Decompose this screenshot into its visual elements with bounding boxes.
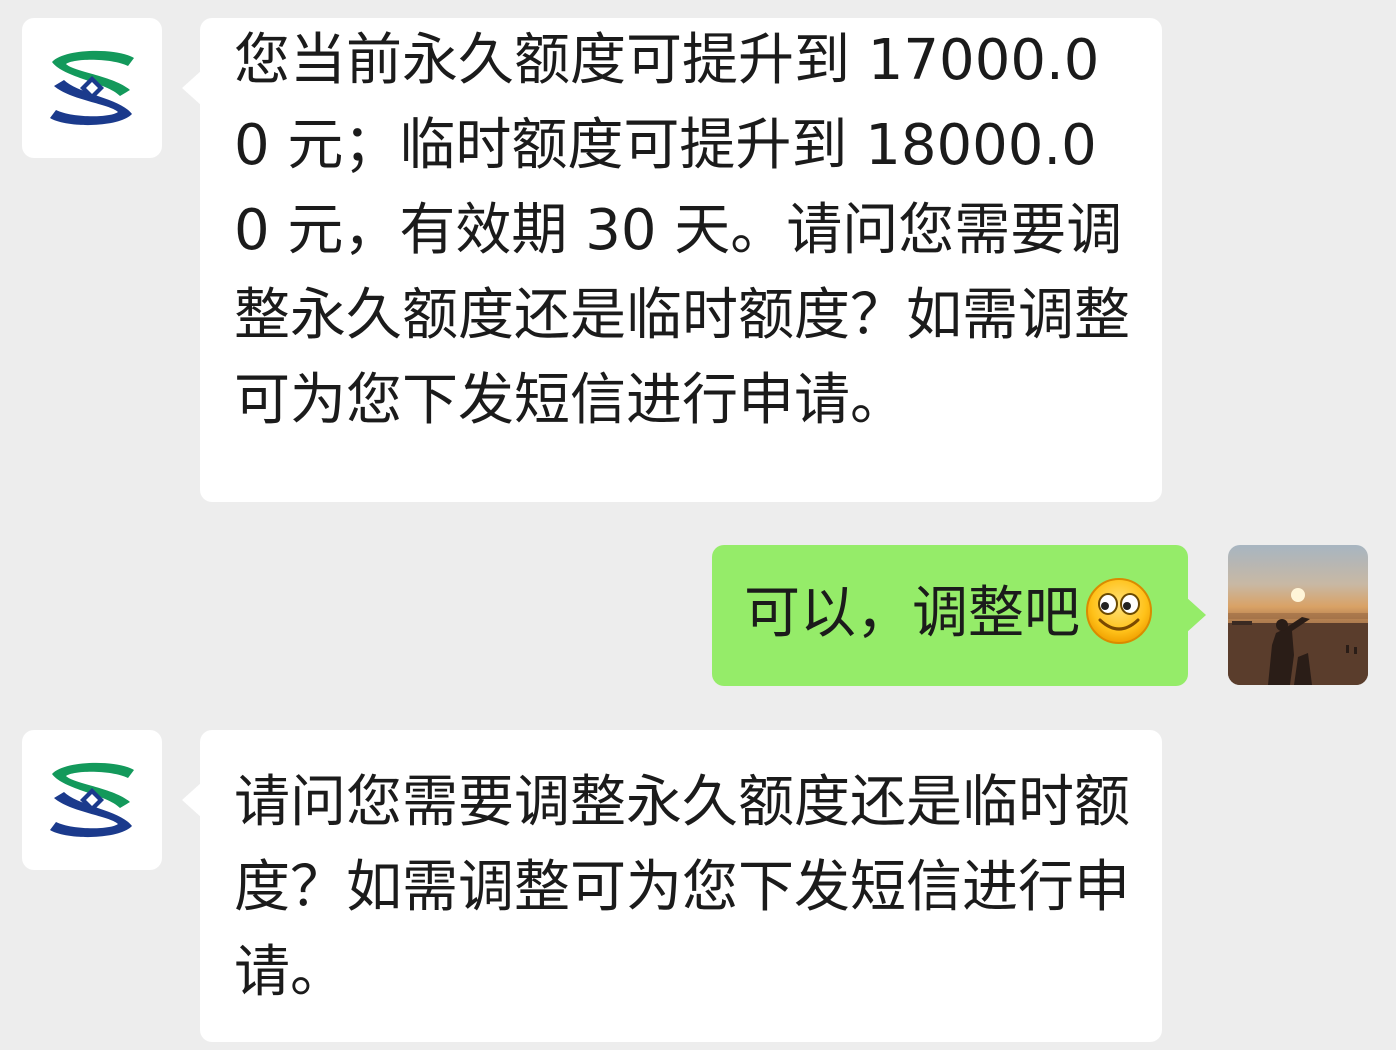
bank-avatar[interactable] [22, 730, 162, 870]
bubble-tail [182, 782, 202, 818]
incoming-message-bubble[interactable]: 请问您需要调整永久额度还是临时额度？如需调整可为您下发短信进行申请。 [182, 730, 1162, 1042]
bank-logo-icon [50, 50, 134, 126]
message-text: 可以，调整吧 [744, 581, 1080, 646]
bubble-tail [1186, 597, 1206, 633]
grinning-face-emoji [1086, 578, 1152, 644]
incoming-message-bubble[interactable]: 您当前永久额度可提升到 17000.00 元；临时额度可提升到 18000.00… [182, 18, 1162, 502]
sunset-photo-avatar [1228, 588, 1368, 685]
bank-logo-icon [50, 762, 134, 838]
message-text: 您当前永久额度可提升到 17000.00 元；临时额度可提升到 18000.00… [234, 28, 1130, 433]
bank-avatar[interactable] [22, 18, 162, 158]
outgoing-message-bubble[interactable]: 可以，调整吧 [712, 545, 1206, 686]
bubble-tail [182, 70, 202, 106]
user-avatar[interactable] [1228, 545, 1368, 685]
message-content: 可以，调整吧 [744, 571, 1162, 656]
message-text: 请问您需要调整永久额度还是临时额度？如需调整可为您下发短信进行申请。 [234, 770, 1130, 1005]
